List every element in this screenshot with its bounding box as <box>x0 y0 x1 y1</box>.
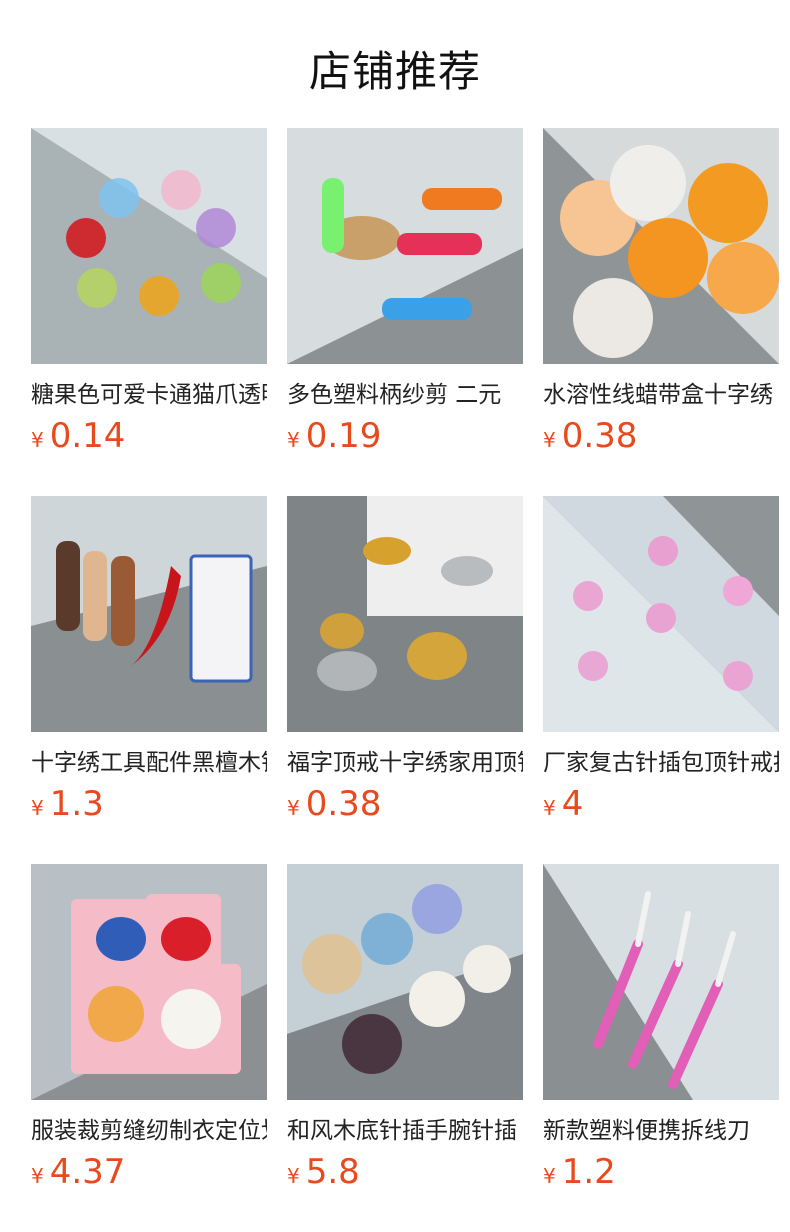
product-name[interactable]: 新款塑料便携拆线刀 <box>543 1114 779 1148</box>
product-name[interactable]: 糖果色可爱卡通猫爪透明穿线器 <box>31 378 267 412</box>
product-image[interactable] <box>287 496 523 732</box>
chalk-wheel-icon <box>31 864 267 1100</box>
product-name[interactable]: 服装裁剪缝纫制衣定位划粉 <box>31 1114 267 1148</box>
product-image[interactable] <box>287 864 523 1100</box>
product-image[interactable] <box>31 128 267 364</box>
cat-paw-needle-threaders-icon <box>31 128 267 364</box>
product-price: ¥1.3 <box>31 784 104 824</box>
product-image[interactable] <box>543 128 779 364</box>
product-card[interactable]: 糖果色可爱卡通猫爪透明穿线器 ¥0.14 <box>31 128 267 496</box>
thread-snips-icon <box>287 128 523 364</box>
thimble-rings-icon <box>287 496 523 732</box>
product-price: ¥0.14 <box>31 416 126 456</box>
product-card[interactable]: 福字顶戒十字绣家用顶针 ¥0.38 <box>287 496 523 864</box>
wrist-pincushion-icon <box>287 864 523 1100</box>
product-grid: 糖果色可爱卡通猫爪透明穿线器 ¥0.14 多色塑料柄纱剪 二元 ¥0.19 <box>31 128 779 1232</box>
product-name[interactable]: 厂家复古针插包顶针戒指 <box>543 746 779 780</box>
thread-wax-box-icon <box>543 128 779 364</box>
pincushion-rings-icon <box>543 496 779 732</box>
product-name[interactable]: 十字绣工具配件黑檀木针筒 <box>31 746 267 780</box>
product-image[interactable] <box>543 864 779 1100</box>
product-card[interactable]: 厂家复古针插包顶针戒指 ¥4 <box>543 496 779 864</box>
product-image[interactable] <box>31 864 267 1100</box>
product-name[interactable]: 水溶性线蜡带盒十字绣 <box>543 378 779 412</box>
product-name[interactable]: 多色塑料柄纱剪 二元 <box>287 378 523 412</box>
product-card[interactable]: 多色塑料柄纱剪 二元 ¥0.19 <box>287 128 523 496</box>
product-price: ¥4 <box>543 784 584 824</box>
product-image[interactable] <box>543 496 779 732</box>
product-price: ¥0.38 <box>543 416 638 456</box>
product-price: ¥1.2 <box>543 1152 616 1192</box>
product-image[interactable] <box>31 496 267 732</box>
product-name[interactable]: 福字顶戒十字绣家用顶针 <box>287 746 523 780</box>
needle-cases-icon <box>31 496 267 732</box>
product-card[interactable]: 新款塑料便携拆线刀 ¥1.2 <box>543 864 779 1232</box>
product-price: ¥5.8 <box>287 1152 360 1192</box>
seam-ripper-icon <box>543 864 779 1100</box>
product-image[interactable] <box>287 128 523 364</box>
product-price: ¥4.37 <box>31 1152 126 1192</box>
product-price: ¥0.38 <box>287 784 382 824</box>
product-card[interactable]: 十字绣工具配件黑檀木针筒 ¥1.3 <box>31 496 267 864</box>
page-title: 店铺推荐 <box>308 47 481 96</box>
product-card[interactable]: 和风木底针插手腕针插 ¥5.8 <box>287 864 523 1232</box>
product-card[interactable]: 水溶性线蜡带盒十字绣 ¥0.38 <box>543 128 779 496</box>
product-price: ¥0.19 <box>287 416 382 456</box>
product-name[interactable]: 和风木底针插手腕针插 <box>287 1114 523 1148</box>
product-card[interactable]: 服装裁剪缝纫制衣定位划粉 ¥4.37 <box>31 864 267 1232</box>
